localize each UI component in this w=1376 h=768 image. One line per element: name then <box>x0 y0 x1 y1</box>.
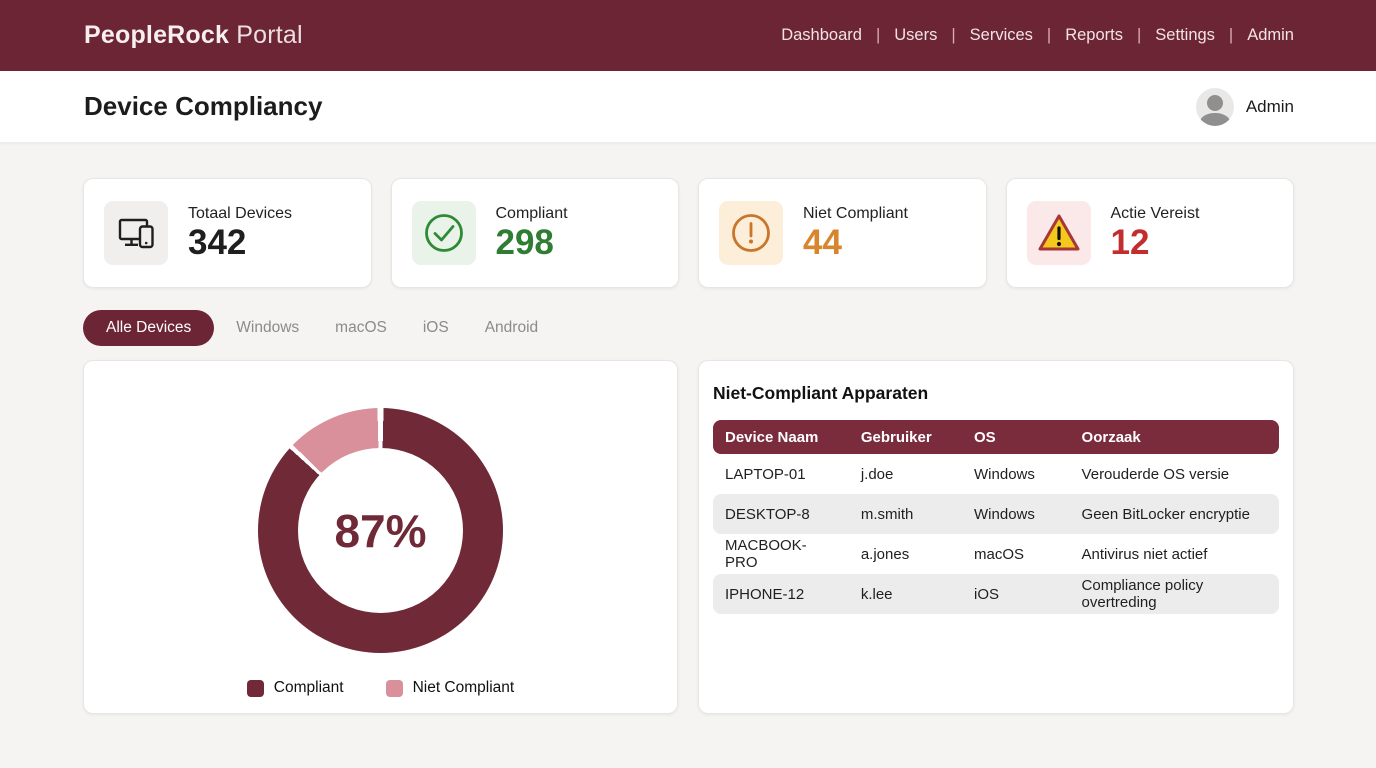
table-header-row: Device Naam Gebruiker OS Oorzaak <box>713 420 1279 454</box>
page-header: Device Compliancy Admin <box>0 71 1376 143</box>
stat-card-actie-vereist: Actie Vereist 12 <box>1006 178 1295 288</box>
exclamation-circle-icon <box>719 201 783 265</box>
stat-card-total-devices: Totaal Devices 342 <box>83 178 372 288</box>
cell-os: Windows <box>962 494 1070 534</box>
nav-item-admin[interactable]: Admin <box>1247 26 1294 45</box>
legend-label: Compliant <box>274 679 344 697</box>
nav-item-dashboard[interactable]: Dashboard <box>781 26 862 45</box>
column-header-user: Gebruiker <box>849 420 962 454</box>
warning-triangle-icon <box>1027 201 1091 265</box>
legend-item-niet-compliant: Niet Compliant <box>386 679 515 697</box>
cell-user: j.doe <box>849 454 962 494</box>
top-nav-bar: PeopleRock Portal Dashboard | Users | Se… <box>0 0 1376 71</box>
legend-label: Niet Compliant <box>413 679 515 697</box>
cell-cause: Geen BitLocker encryptie <box>1070 494 1279 534</box>
devices-icon <box>104 201 168 265</box>
stat-text: Compliant 298 <box>496 205 568 262</box>
stat-card-niet-compliant: Niet Compliant 44 <box>698 178 987 288</box>
nav-item-settings[interactable]: Settings <box>1155 26 1215 45</box>
compliance-donut-panel: 87% Compliant Niet Compliant <box>83 360 678 714</box>
stat-label: Actie Vereist <box>1111 205 1200 223</box>
tab-android[interactable]: Android <box>467 310 556 346</box>
dashboard-content: Totaal Devices 342 Compliant 298 <box>0 143 1376 714</box>
legend-swatch-compliant <box>247 680 264 697</box>
table-row[interactable]: DESKTOP-8 m.smith Windows Geen BitLocker… <box>713 494 1279 534</box>
cell-user: k.lee <box>849 574 962 614</box>
donut-chart: 87% <box>258 408 503 653</box>
nav-separator: | <box>1137 26 1141 45</box>
nav-item-users[interactable]: Users <box>894 26 937 45</box>
donut-center-label: 87% <box>334 504 426 558</box>
column-header-cause: Oorzaak <box>1070 420 1279 454</box>
main-panels: 87% Compliant Niet Compliant Niet-Compli… <box>83 360 1294 714</box>
user-name: Admin <box>1246 97 1294 117</box>
stat-label: Compliant <box>496 205 568 223</box>
cell-cause: Antivirus niet actief <box>1070 534 1279 574</box>
cell-device: IPHONE-12 <box>713 574 849 614</box>
table-row[interactable]: IPHONE-12 k.lee iOS Compliance policy ov… <box>713 574 1279 614</box>
non-compliant-devices-panel: Niet-Compliant Apparaten Device Naam Geb… <box>698 360 1294 714</box>
tab-macos[interactable]: macOS <box>317 310 405 346</box>
app-logo[interactable]: PeopleRock Portal <box>84 21 303 50</box>
cell-cause: Compliance policy overtreding <box>1070 574 1279 614</box>
nav-separator: | <box>1229 26 1233 45</box>
stat-text: Totaal Devices 342 <box>188 205 292 262</box>
cell-device: MACBOOK-PRO <box>713 534 849 574</box>
legend-item-compliant: Compliant <box>247 679 344 697</box>
stat-value: 298 <box>496 225 568 262</box>
table-title: Niet-Compliant Apparaten <box>713 383 1279 404</box>
nav-item-services[interactable]: Services <box>970 26 1033 45</box>
tab-ios[interactable]: iOS <box>405 310 467 346</box>
table-row[interactable]: MACBOOK-PRO a.jones macOS Antivirus niet… <box>713 534 1279 574</box>
main-nav: Dashboard | Users | Services | Reports |… <box>781 26 1294 45</box>
nav-separator: | <box>951 26 955 45</box>
nav-separator: | <box>1047 26 1051 45</box>
stat-label: Totaal Devices <box>188 205 292 223</box>
legend-swatch-niet-compliant <box>386 680 403 697</box>
stat-text: Actie Vereist 12 <box>1111 205 1200 262</box>
stat-value: 44 <box>803 225 908 262</box>
user-menu[interactable]: Admin <box>1196 88 1294 126</box>
cell-os: Windows <box>962 454 1070 494</box>
stat-text: Niet Compliant 44 <box>803 205 908 262</box>
cell-os: macOS <box>962 534 1070 574</box>
stat-cards-row: Totaal Devices 342 Compliant 298 <box>83 178 1294 288</box>
stat-label: Niet Compliant <box>803 205 908 223</box>
stat-card-compliant: Compliant 298 <box>391 178 680 288</box>
check-circle-icon <box>412 201 476 265</box>
tab-alle-devices[interactable]: Alle Devices <box>83 310 214 346</box>
device-filter-tabs: Alle Devices Windows macOS iOS Android <box>83 310 1294 346</box>
stat-value: 342 <box>188 225 292 262</box>
table-row[interactable]: LAPTOP-01 j.doe Windows Verouderde OS ve… <box>713 454 1279 494</box>
chart-legend: Compliant Niet Compliant <box>247 679 514 697</box>
page-title: Device Compliancy <box>84 91 322 122</box>
nav-item-reports[interactable]: Reports <box>1065 26 1123 45</box>
column-header-os: OS <box>962 420 1070 454</box>
cell-device: DESKTOP-8 <box>713 494 849 534</box>
nav-separator: | <box>876 26 880 45</box>
cell-cause: Verouderde OS versie <box>1070 454 1279 494</box>
cell-user: a.jones <box>849 534 962 574</box>
brand-name: PeopleRock <box>84 21 229 49</box>
non-compliant-devices-table: Device Naam Gebruiker OS Oorzaak LAPTOP-… <box>713 420 1279 614</box>
brand-suffix: Portal <box>236 21 303 49</box>
cell-user: m.smith <box>849 494 962 534</box>
column-header-device: Device Naam <box>713 420 849 454</box>
tab-windows[interactable]: Windows <box>218 310 317 346</box>
stat-value: 12 <box>1111 225 1200 262</box>
cell-os: iOS <box>962 574 1070 614</box>
cell-device: LAPTOP-01 <box>713 454 849 494</box>
avatar <box>1196 88 1234 126</box>
